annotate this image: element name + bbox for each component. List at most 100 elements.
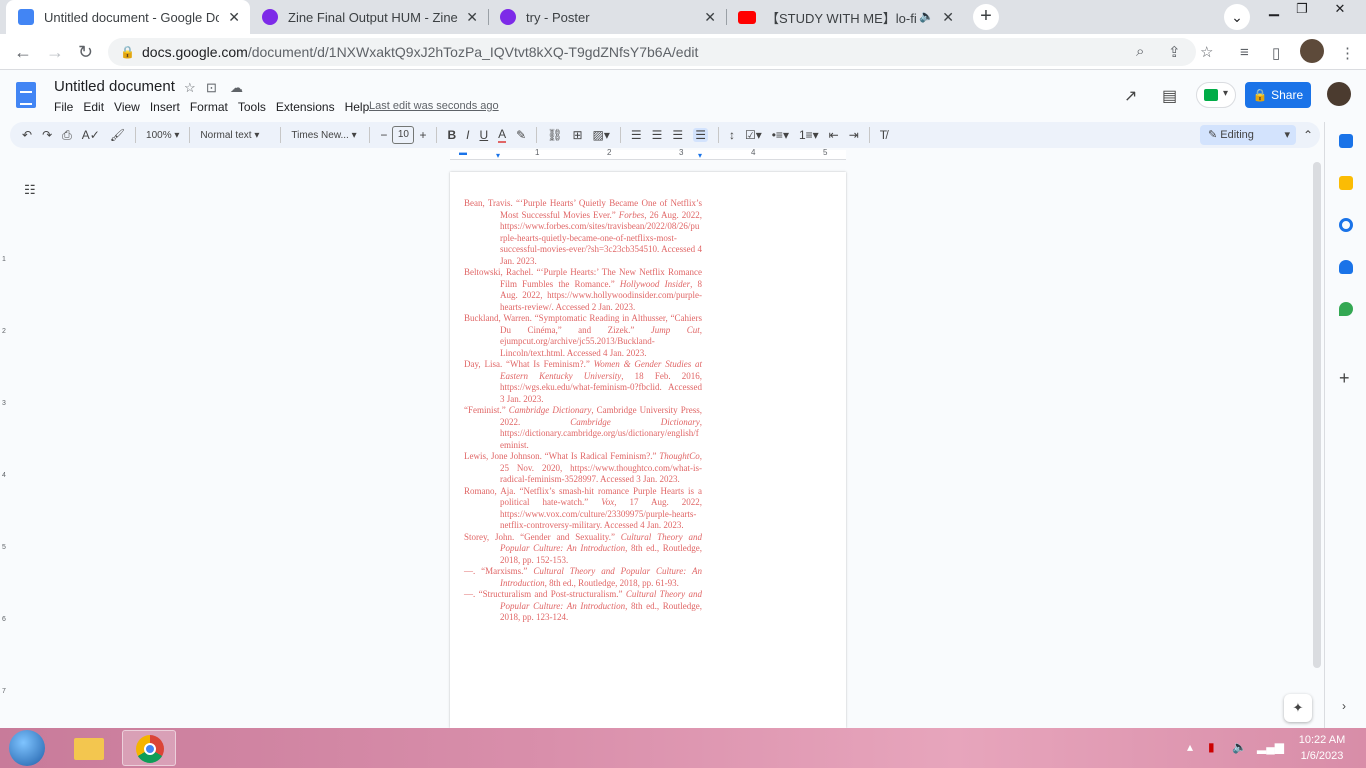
share-button[interactable]: 🔒 Share (1245, 82, 1311, 108)
align-left-icon[interactable]: ☰ (631, 128, 642, 142)
start-button[interactable] (9, 730, 45, 766)
bold-icon[interactable]: B (447, 128, 456, 142)
citation-entry[interactable]: Bean, Travis. “‘Purple Hearts’ Quietly B… (464, 198, 702, 267)
align-right-icon[interactable]: ☰ (672, 128, 683, 142)
decrease-indent-icon[interactable]: ⇤ (829, 128, 839, 142)
vertical-scrollbar[interactable] (1313, 162, 1321, 668)
redo-icon[interactable]: ↷ (42, 128, 52, 142)
citation-entry[interactable]: —. “Marxisms.” Cultural Theory and Popul… (464, 566, 702, 589)
clear-formatting-icon[interactable]: T̸ (880, 128, 887, 142)
insert-image-icon[interactable]: ▨▾ (593, 128, 610, 142)
menu-edit[interactable]: Edit (83, 100, 104, 114)
checklist-icon[interactable]: ☑▾ (745, 128, 762, 142)
close-tab-icon[interactable]: ✕ (704, 9, 716, 26)
document-outline-icon[interactable]: ☷ (24, 182, 36, 198)
right-indent-marker[interactable]: ▾ (698, 151, 702, 160)
citation-entry[interactable]: Beltowski, Rachel. “‘Purple Hearts:’ The… (464, 267, 702, 313)
cloud-status-icon[interactable]: ☁ (230, 80, 243, 96)
citation-entry[interactable]: “Feminist.” Cambridge Dictionary, Cambri… (464, 405, 702, 451)
zoom-icon[interactable]: ⌕ (1136, 43, 1144, 60)
close-window-button[interactable]: ✕ (1324, 0, 1356, 20)
close-tab-icon[interactable]: ✕ (942, 9, 954, 26)
volume-icon[interactable]: 🔈 (1232, 740, 1247, 754)
spellcheck-icon[interactable]: A✓ (82, 128, 100, 142)
underline-icon[interactable]: U (479, 128, 488, 142)
tasks-icon[interactable] (1339, 218, 1353, 232)
undo-icon[interactable]: ↶ (22, 128, 32, 142)
lock-icon[interactable]: 🔒 (120, 45, 135, 59)
highlight-color-icon[interactable]: ✎ (516, 128, 526, 142)
minimize-button[interactable]: ▁ (1260, 0, 1288, 20)
print-icon[interactable]: ⎙ (62, 128, 72, 143)
bookmark-star-icon[interactable]: ☆ (1200, 43, 1213, 61)
tab-search-button[interactable]: ⌄ (1224, 4, 1250, 30)
close-tab-icon[interactable]: ✕ (228, 9, 240, 26)
tab-poster[interactable]: try - Poster ✕ (488, 0, 726, 34)
move-folder-icon[interactable]: ⊡ (206, 80, 217, 96)
decrease-font-size-icon[interactable]: − (380, 128, 387, 142)
ruler-lane[interactable] (450, 150, 846, 160)
menu-insert[interactable]: Insert (150, 100, 180, 114)
activity-dashboard-icon[interactable]: ↗ (1124, 86, 1137, 106)
close-tab-icon[interactable]: ✕ (466, 9, 478, 26)
keep-icon[interactable] (1339, 176, 1353, 190)
paint-format-icon[interactable]: 🖌 (110, 128, 125, 142)
reload-icon[interactable]: ↻ (78, 43, 93, 61)
show-hidden-icons-icon[interactable]: ▴ (1187, 740, 1193, 754)
network-icon[interactable]: ▂▄▆ (1257, 740, 1284, 754)
new-tab-button[interactable]: + (973, 4, 999, 30)
calendar-icon[interactable] (1339, 134, 1353, 148)
browser-profile-avatar[interactable] (1300, 39, 1324, 63)
line-spacing-icon[interactable]: ↕ (729, 128, 735, 142)
speaker-icon[interactable]: 🔈 (919, 9, 934, 23)
font-select[interactable]: Times New... ▾ (291, 130, 359, 141)
restore-button[interactable]: ❐ (1288, 0, 1316, 20)
show-side-panel-chevron-icon[interactable]: › (1342, 699, 1346, 713)
file-explorer-taskbar-icon[interactable] (62, 730, 116, 766)
align-center-icon[interactable]: ☰ (652, 128, 663, 142)
explore-button[interactable]: ✦ (1284, 694, 1312, 722)
browser-menu-icon[interactable]: ⋮ (1340, 44, 1355, 62)
menu-view[interactable]: View (114, 100, 140, 114)
citation-entry[interactable]: Storey, John. “Gender and Sexuality.” Cu… (464, 532, 702, 567)
numbered-list-icon[interactable]: 1≡▾ (799, 128, 819, 142)
citation-entry[interactable]: —. “Structuralism and Post-structuralism… (464, 589, 702, 624)
text-color-icon[interactable]: A (498, 127, 507, 143)
document-page[interactable]: Bean, Travis. “‘Purple Hearts’ Quietly B… (450, 172, 846, 728)
tab-zine[interactable]: Zine Final Output HUM - Zine ✕ (250, 0, 488, 34)
comment-history-icon[interactable]: ▤ (1162, 86, 1177, 106)
insert-link-icon[interactable]: ⛓ (547, 128, 562, 142)
left-indent-marker[interactable]: ▬ (459, 148, 467, 157)
menu-help[interactable]: Help (345, 100, 370, 114)
increase-indent-icon[interactable]: ⇥ (849, 128, 859, 142)
share-page-icon[interactable]: ⇪ (1168, 43, 1181, 61)
back-icon[interactable]: ← (14, 43, 32, 61)
tab-youtube[interactable]: 【STUDY WITH ME】lo-fi pe 🔈 ✕ (726, 0, 964, 34)
forward-icon[interactable]: → (46, 43, 64, 61)
justify-icon[interactable]: ☰ (693, 128, 708, 142)
paragraph-style-select[interactable]: Normal text ▾ (200, 130, 270, 141)
chrome-taskbar-icon[interactable] (122, 730, 176, 766)
menu-extensions[interactable]: Extensions (276, 100, 335, 114)
increase-font-size-icon[interactable]: + (419, 128, 426, 142)
citation-entry[interactable]: Day, Lisa. “What Is Feminism?.” Women & … (464, 359, 702, 405)
maps-icon[interactable] (1339, 302, 1353, 316)
docs-home-icon[interactable] (16, 82, 36, 108)
taskbar-clock[interactable]: 10:22 AM 1/6/2023 (1290, 732, 1354, 764)
citation-entry[interactable]: Lewis, Jone Johnson. “What Is Radical Fe… (464, 451, 702, 486)
works-cited-list[interactable]: Bean, Travis. “‘Purple Hearts’ Quietly B… (464, 198, 702, 624)
account-avatar[interactable] (1327, 82, 1351, 106)
contacts-icon[interactable] (1339, 260, 1353, 274)
bulleted-list-icon[interactable]: •≡▾ (772, 128, 789, 142)
address-bar[interactable]: 🔒 docs.google.com/document/d/1NXWxaktQ9x… (108, 38, 1213, 66)
citation-entry[interactable]: Buckland, Warren. “Symptomatic Reading i… (464, 313, 702, 359)
battery-icon[interactable]: ▮ (1208, 740, 1215, 754)
zoom-select[interactable]: 100% ▾ (146, 130, 179, 141)
add-comment-icon[interactable]: ⊞ (572, 128, 582, 142)
star-icon[interactable]: ☆ (184, 80, 196, 96)
last-edit-link[interactable]: Last edit was seconds ago (369, 100, 499, 112)
menu-format[interactable]: Format (190, 100, 228, 114)
editing-mode-select[interactable]: ✎ Editing ▾ (1200, 125, 1296, 145)
italic-icon[interactable]: I (466, 128, 469, 142)
media-controls-icon[interactable]: ≡ (1240, 44, 1249, 61)
